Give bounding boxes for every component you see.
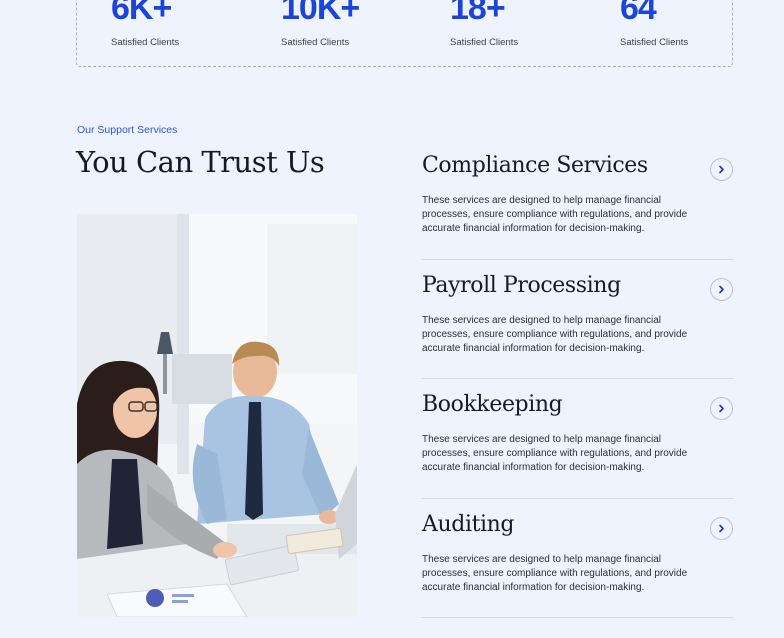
service-item: Payroll Processing These services are de… bbox=[421, 260, 733, 379]
service-arrow-button[interactable] bbox=[710, 516, 733, 540]
service-arrow-button[interactable] bbox=[710, 158, 733, 181]
stat-label: Satisfied Clients bbox=[450, 37, 519, 48]
service-title[interactable]: Payroll Processing bbox=[422, 273, 621, 298]
service-description: These services are designed to help mana… bbox=[422, 195, 688, 234]
chevron-right-icon bbox=[717, 285, 726, 294]
service-item: Auditing These services are designed to … bbox=[421, 499, 733, 618]
stat-value: 64 bbox=[620, 0, 657, 27]
stats-strip: 6K+ Satisfied Clients 10K+ Satisfied Cli… bbox=[76, 0, 733, 67]
stat-label: Satisfied Clients bbox=[281, 37, 350, 48]
stat-value: 6K+ bbox=[111, 0, 172, 27]
stat-value: 18+ bbox=[450, 0, 506, 27]
service-title[interactable]: Compliance Services bbox=[422, 153, 648, 178]
service-title[interactable]: Auditing bbox=[422, 512, 515, 537]
service-item: Compliance Services These services are d… bbox=[421, 140, 733, 260]
service-description: These services are designed to help mana… bbox=[422, 553, 688, 593]
section-eyebrow: Our Support Services bbox=[77, 124, 178, 136]
service-title[interactable]: Bookkeeping bbox=[422, 392, 563, 417]
section-title: You Can Trust Us bbox=[76, 145, 325, 179]
service-item: Bookkeeping These services are designed … bbox=[421, 379, 733, 499]
service-arrow-button[interactable] bbox=[710, 277, 733, 301]
service-description: These services are designed to help mana… bbox=[422, 314, 688, 354]
stat-label: Satisfied Clients bbox=[111, 37, 180, 48]
office-team-photo bbox=[77, 214, 357, 617]
service-description: These services are designed to help mana… bbox=[422, 434, 688, 473]
services-list: Compliance Services These services are d… bbox=[421, 140, 733, 618]
stat-label: Satisfied Clients bbox=[620, 37, 689, 48]
service-arrow-button[interactable] bbox=[710, 397, 733, 420]
chevron-right-icon bbox=[717, 524, 726, 533]
stat-value: 10K+ bbox=[281, 0, 360, 27]
chevron-right-icon bbox=[717, 404, 726, 413]
chevron-right-icon bbox=[717, 165, 726, 174]
